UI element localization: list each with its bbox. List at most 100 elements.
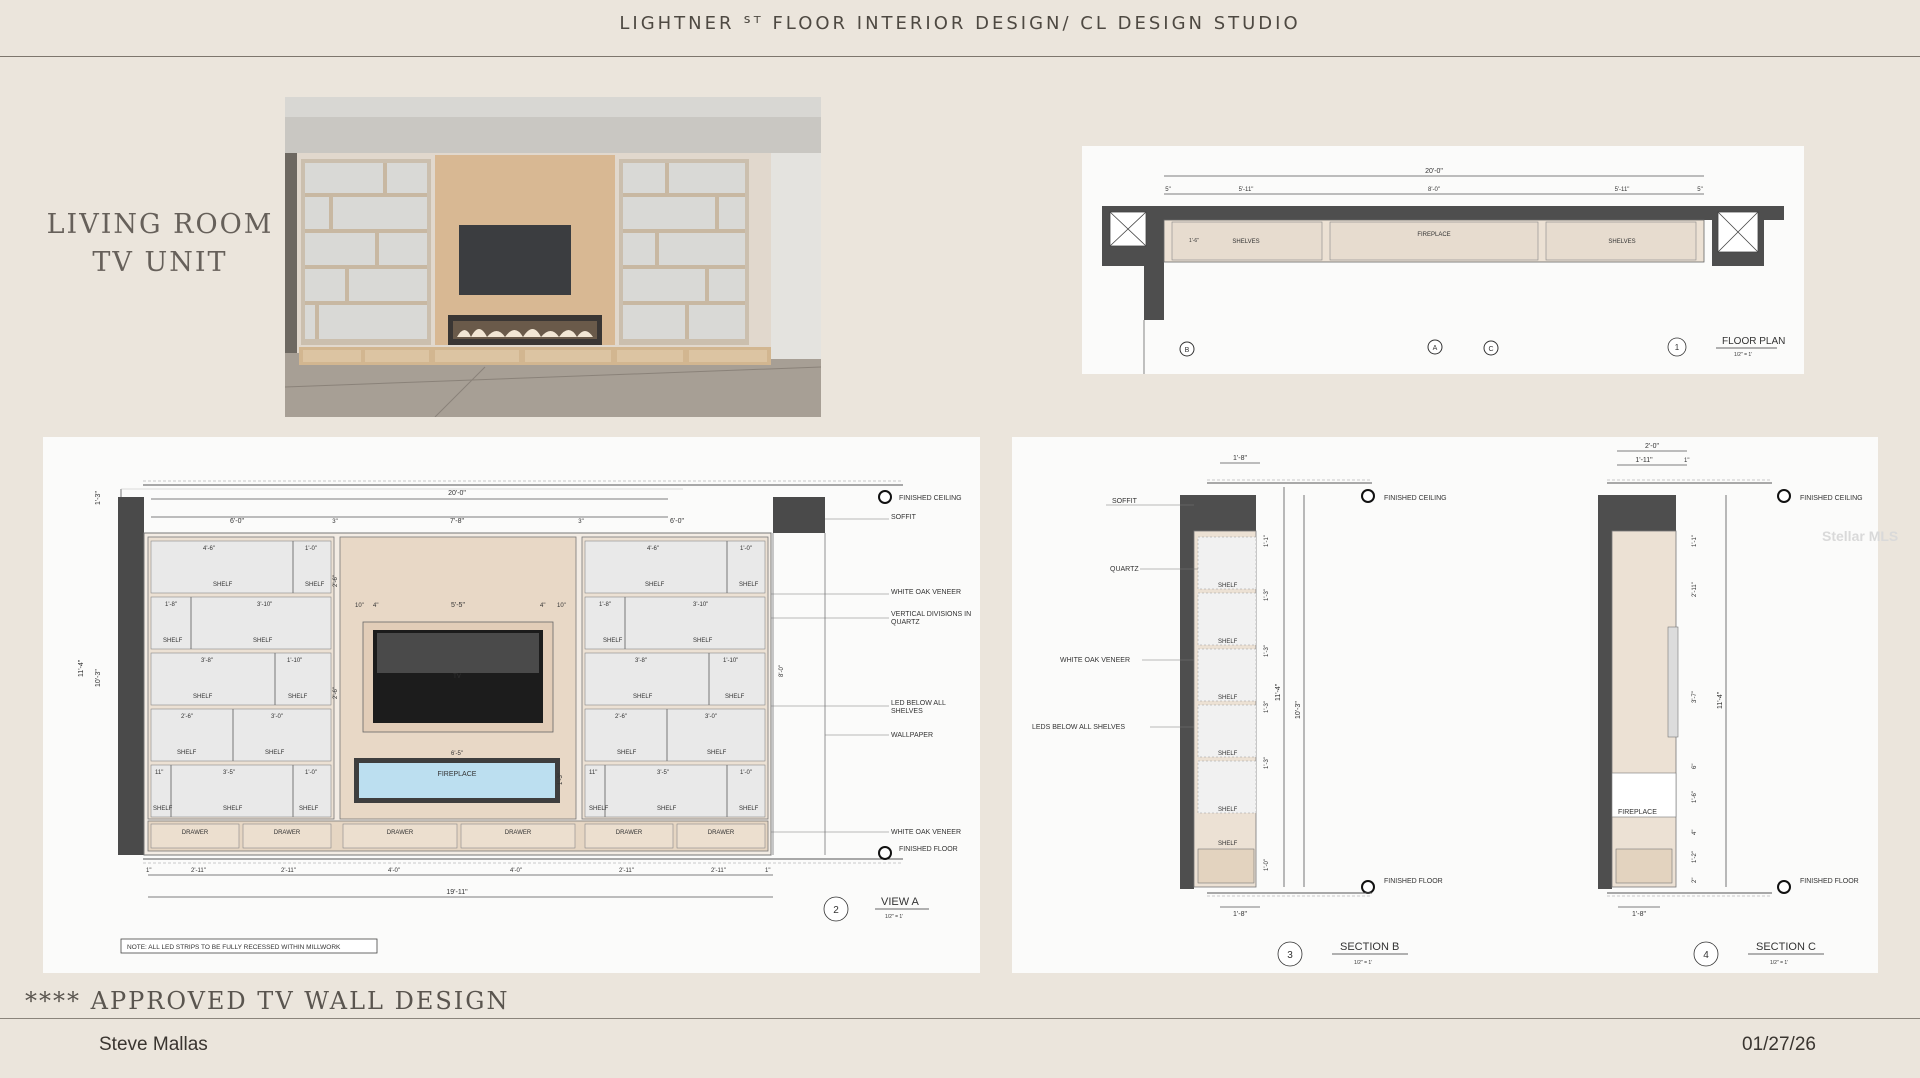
view-a-shelf-label: SHELF: [657, 806, 677, 812]
plan-dim-5: 5": [1697, 187, 1702, 193]
view-a-tv-dim-1: 10": [355, 603, 364, 609]
author-name: Steve Mallas: [99, 1034, 208, 1055]
section-b-callout-soffit: SOFFIT: [1112, 498, 1138, 505]
view-a-tv-dim-2: 4": [373, 603, 378, 609]
section-b-dim-1: 1'-1": [1264, 535, 1270, 547]
section-b-shelf: SHELF: [1218, 841, 1238, 847]
section-c-top-dim-2: 1'-11": [1635, 457, 1653, 464]
view-a-l-dim-5c: 1'-0": [305, 770, 317, 776]
render-right-shelves: [619, 159, 749, 345]
section-c-bottom-dim: 1'-8": [1632, 911, 1646, 918]
view-a-l-dim-5b: 3'-5": [223, 770, 235, 776]
view-a-shelf-label: SHELF: [305, 582, 325, 588]
callout-finished-ceiling: FINISHED CEILING: [899, 495, 962, 502]
view-a-r-dim-5b: 3'-5": [657, 770, 669, 776]
view-a-top-dim-2: 3": [332, 519, 337, 525]
view-a-shelf-label: SHELF: [265, 750, 285, 756]
plan-overall-dim: 20'-0": [1425, 168, 1443, 175]
view-a-l-dim-4b: 3'-0": [271, 714, 283, 720]
view-a-drawer-label: DRAWER: [274, 830, 301, 836]
callout-vertical-divisions: VERTICAL DIVISIONS IN: [891, 611, 971, 618]
view-a-top-dim-5: 6'-0": [670, 518, 684, 525]
view-a-l-dim-4a: 2'-6": [181, 714, 193, 720]
section-b-shelf: SHELF: [1218, 583, 1238, 589]
section-c-ceiling: FINISHED CEILING: [1800, 495, 1863, 502]
render-center-panel: [435, 155, 615, 345]
view-a-top-dim-1: 6'-0": [230, 518, 244, 525]
view-a-shelf-label: SHELF: [589, 806, 609, 812]
view-a-r-dim-3b: 1'-10": [723, 658, 738, 664]
callout-quartz: QUARTZ: [891, 619, 920, 626]
section-c-title: SECTION C: [1756, 941, 1816, 953]
section-b-ceiling: FINISHED CEILING: [1384, 495, 1447, 502]
view-a-shelf-label: SHELF: [177, 750, 197, 756]
view-a-center-panel: 10" 4" 5'-5" 4" 10" TV 6'-5" FIREPLACE 1…: [339, 536, 577, 820]
plan-title: FLOOR PLAN: [1722, 336, 1785, 347]
view-a-title-num: 2: [833, 905, 839, 916]
view-a-top-dim-4: 3": [578, 519, 583, 525]
view-a-drawer-row: DRAWER DRAWER DRAWER DRAWER DRAWER DRAWE…: [147, 820, 769, 852]
view-a-callouts: FINISHED CEILING SOFFIT WHITE OAK VENEER…: [771, 490, 971, 860]
section-b-bottom-dim: 1'-8": [1233, 911, 1247, 918]
callout-led: LED BELOW ALL: [891, 700, 946, 707]
view-a-l-dim-5a: 11": [155, 770, 163, 776]
section-c-title-num: 4: [1703, 950, 1709, 961]
view-a-fire-h: 1'-3": [558, 773, 564, 785]
section-b-floor: FINISHED FLOOR: [1384, 878, 1443, 885]
view-a-bottom-dim-2: 2'-11": [191, 868, 206, 874]
view-a-fireplace-label: FIREPLACE: [438, 771, 477, 778]
plan-fireplace: FIREPLACE: [1417, 232, 1450, 238]
section-b-dim-5: 1'-3": [1264, 757, 1270, 769]
view-a-top-dim-3: 7'-8": [450, 518, 464, 525]
plan-shelves-right: SHELVES: [1608, 239, 1635, 245]
view-a-bottom-dim-1: 1": [146, 868, 151, 874]
view-a-side-dim-3: 2'-6": [333, 687, 339, 699]
callout-shelves: SHELVES: [891, 708, 923, 715]
section-b-scale: 1/2" = 1': [1354, 960, 1372, 966]
view-a-right-shelving: 4'-6" 1'-0" 1'-8" 3'-10" 3'-8" 1'-10" 2'…: [581, 536, 769, 820]
sections-drawing: 1'-8" SHELF SHELF SHELF SHELF SHELF SHEL…: [1012, 437, 1878, 973]
section-b-overall-2: 10'-3": [1295, 701, 1302, 719]
section-b-callout-leds: LEDS BELOW ALL SHELVES: [1032, 724, 1125, 731]
view-a-shelf-label: SHELF: [603, 638, 623, 644]
view-a-r-dim-4a: 2'-6": [615, 714, 627, 720]
view-a-drawer-label: DRAWER: [616, 830, 643, 836]
view-a-side-dim-5: 8'-0": [779, 665, 785, 677]
view-a-drawer-label: DRAWER: [505, 830, 532, 836]
section-b-dim-6: 1'-0": [1264, 859, 1270, 871]
view-a-l-dim-1b: 1'-0": [305, 546, 317, 552]
view-a-shelf-label: SHELF: [299, 806, 319, 812]
view-a-r-dim-5a: 11": [589, 770, 597, 776]
section-b-dim-4: 1'-3": [1264, 701, 1270, 713]
section-c-top-dim-1: 2'-0": [1645, 443, 1659, 450]
section-c-dim-4: 6": [1692, 764, 1698, 769]
plan-depth-dim: 1'-6": [1189, 238, 1199, 244]
view-a-shelf-label: SHELF: [253, 638, 273, 644]
view-a-r-dim-4b: 3'-0": [705, 714, 717, 720]
view-a-note: NOTE: ALL LED STRIPS TO BE FULLY RECESSE…: [127, 944, 341, 951]
view-a-bottom-dim-5: 4'-0": [510, 868, 522, 874]
view-a-shelf-label: SHELF: [739, 582, 759, 588]
section-b-title-num: 3: [1287, 950, 1293, 961]
view-a-shelf-label: SHELF: [633, 694, 653, 700]
plan-dim-2: 5'-11": [1239, 187, 1254, 193]
view-a-dim-height: 10'-3": [95, 669, 102, 687]
view-a-shelf-label: SHELF: [288, 694, 308, 700]
section-b: 1'-8" SHELF SHELF SHELF SHELF SHELF SHEL…: [1032, 455, 1447, 967]
view-a-r-dim-2a: 1'-8": [599, 602, 611, 608]
section-c-dim-5: 1'-6": [1692, 791, 1698, 803]
section-title-line2: TV UNIT: [92, 247, 228, 278]
section-c-dim-2: 2'-11": [1692, 582, 1698, 597]
section-title-line1: LIVING ROOM: [46, 209, 274, 240]
callout-wallpaper: WALLPAPER: [891, 732, 933, 739]
view-a-tv-dim-4: 4": [540, 603, 545, 609]
view-a-shelf-label: SHELF: [725, 694, 745, 700]
section-c-dim-1: 1'-1": [1692, 535, 1698, 547]
view-a-dim-overall: 11'-4": [78, 659, 85, 677]
plan-marker-a: A: [1433, 345, 1438, 352]
view-a-r-dim-3a: 3'-8": [635, 658, 647, 664]
view-a-bottom-dim-8: 1": [765, 868, 770, 874]
view-a-tv-dim-3: 5'-5": [451, 602, 465, 609]
tv-unit-render: [285, 97, 821, 417]
section-c-top-dim-3: 1": [1684, 458, 1689, 464]
